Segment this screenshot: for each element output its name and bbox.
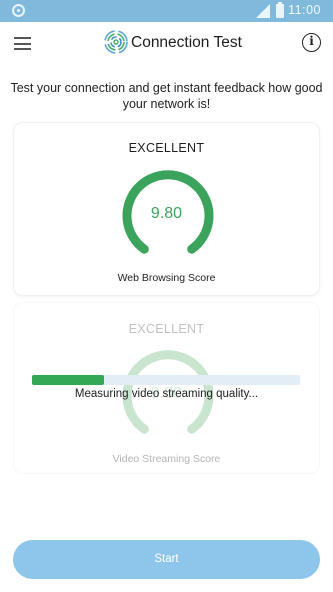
progress-fill: [32, 375, 105, 385]
status-time: 11:00: [288, 3, 321, 17]
measuring-status: Measuring video streaming quality...: [74, 388, 259, 400]
intro-text: Test your connection and get instant fee…: [10, 81, 323, 111]
status-bar: 11:00: [0, 0, 333, 22]
web-score-value: 9.80: [150, 205, 183, 222]
fingerprint-logo: [104, 30, 128, 54]
start-button[interactable]: Start: [13, 540, 320, 579]
web-rating: EXCELLENT: [128, 141, 205, 155]
hamburger-menu-icon[interactable]: [14, 37, 31, 50]
app-title: Connection Test: [131, 34, 242, 51]
web-score-caption: Web Browsing Score: [117, 272, 216, 284]
app-bar: Connection Test i: [0, 22, 333, 64]
video-rating: EXCELLENT: [128, 322, 205, 336]
notification-icon: [12, 4, 25, 17]
signal-icon: [256, 4, 270, 18]
battery-icon: [276, 2, 284, 18]
video-score-caption: Video Streaming Score: [112, 453, 221, 465]
measurement-progress-bar: [32, 375, 300, 385]
info-icon[interactable]: i: [302, 33, 321, 52]
web-browsing-card: EXCELLENT 9.80 Web Browsing Score: [13, 122, 320, 296]
